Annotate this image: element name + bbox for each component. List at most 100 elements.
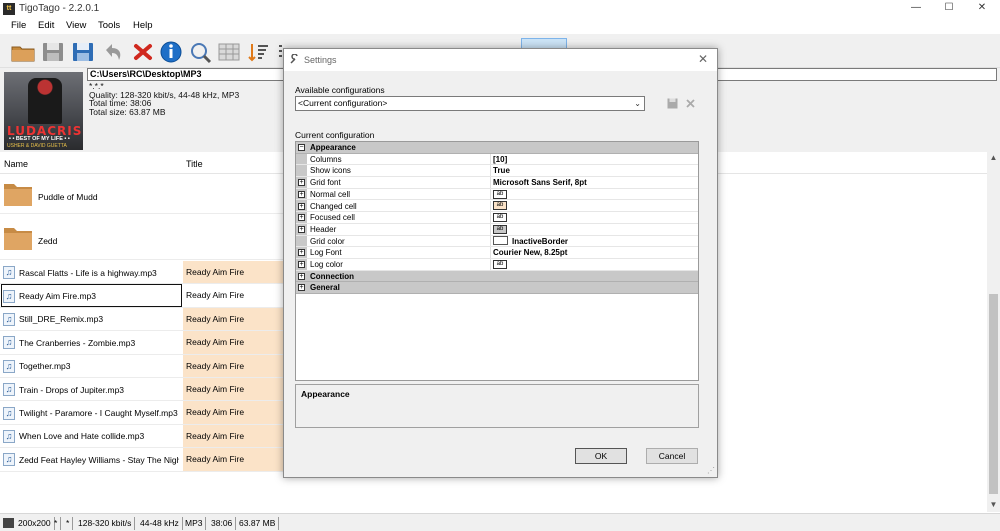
category-label: Appearance	[310, 143, 356, 152]
expand-icon[interactable]: +	[298, 214, 305, 222]
chevron-down-icon[interactable]: ⌄	[634, 97, 641, 110]
property-row[interactable]: + Focused cell ab	[296, 212, 698, 224]
category-label: General	[310, 283, 340, 293]
property-row[interactable]: + Header ab	[296, 223, 698, 236]
settings-close-button[interactable]: ✕	[698, 52, 708, 66]
file-name-cell[interactable]: Together.mp3	[19, 361, 179, 371]
menu-view[interactable]: View	[66, 20, 86, 31]
cancel-button[interactable]: Cancel	[646, 448, 698, 464]
property-value[interactable]: ab	[493, 224, 507, 236]
scroll-down-icon[interactable]: ▼	[987, 499, 1000, 511]
category-connection[interactable]: + Connection	[296, 270, 698, 283]
expand-icon[interactable]: +	[298, 179, 305, 187]
property-row[interactable]: Grid color InactiveBorder	[296, 235, 698, 248]
menu-file[interactable]: File	[11, 20, 26, 31]
menu-help[interactable]: Help	[133, 20, 153, 31]
property-value[interactable]: [10]	[493, 154, 507, 166]
file-name-cell[interactable]: When Love and Hate collide.mp3	[19, 431, 179, 441]
file-name-cell[interactable]: Zedd Feat Hayley Williams - Stay The Nig…	[19, 455, 179, 465]
music-file-icon: ♫	[3, 336, 15, 350]
file-title-cell[interactable]: Ready Aim Fire	[183, 331, 283, 354]
undo-icon[interactable]	[100, 40, 126, 64]
library-summary: *.*.* Quality: 128-320 kbit/s, 44-48 kHz…	[89, 82, 239, 116]
status-samplerate: 44-48 kHz	[137, 517, 183, 530]
file-title-cell[interactable]: Ready Aim Fire	[183, 378, 283, 401]
configuration-select[interactable]: <Current configuration> ⌄	[295, 96, 645, 111]
property-value[interactable]: ab	[493, 201, 507, 213]
property-row[interactable]: + Grid font Microsoft Sans Serif, 8pt	[296, 177, 698, 189]
property-value[interactable]: ab	[493, 212, 507, 224]
open-folder-icon[interactable]	[10, 40, 36, 64]
folder-icon	[3, 225, 33, 251]
file-title-cell[interactable]: Ready Aim Fire	[183, 261, 283, 284]
save-disk-icon[interactable]	[40, 40, 66, 64]
expand-icon[interactable]: +	[298, 190, 305, 198]
file-title-cell[interactable]: Ready Aim Fire	[183, 307, 283, 331]
collapse-icon[interactable]: −	[298, 144, 305, 151]
cancel-x-icon[interactable]	[130, 40, 156, 64]
ok-button[interactable]: OK	[575, 448, 627, 464]
expand-icon[interactable]: +	[298, 284, 305, 292]
expand-icon[interactable]: +	[298, 249, 305, 257]
status-dimensions: 200x200	[15, 517, 55, 530]
file-name-cell[interactable]: Rascal Flatts - Life is a highway.mp3	[19, 268, 179, 278]
save-as-disk-icon[interactable]	[70, 40, 96, 64]
grid-view-icon[interactable]	[216, 40, 242, 64]
menu-edit[interactable]: Edit	[38, 20, 54, 31]
expand-icon[interactable]: +	[298, 225, 305, 233]
title-bar: tt TigoTago - 2.2.0.1 — ☐ ✕	[0, 0, 1000, 18]
property-row[interactable]: Show icons True	[296, 165, 698, 178]
edit-tags-icon[interactable]	[188, 40, 214, 64]
maximize-button[interactable]: ☐	[932, 0, 966, 18]
minimize-button[interactable]: —	[899, 0, 933, 18]
property-divider	[490, 165, 491, 177]
property-value[interactable]: Microsoft Sans Serif, 8pt	[493, 177, 587, 189]
property-divider	[490, 223, 491, 235]
album-cover-image: LUDACRIS • • BEST OF MY LIFE • • USHER &…	[4, 72, 83, 150]
total-size-text: Total size: 63.87 MB	[89, 106, 166, 117]
file-title-cell[interactable]: Ready Aim Fire	[183, 424, 283, 448]
property-row[interactable]: Columns [10]	[296, 153, 698, 166]
property-row[interactable]: + Normal cell ab	[296, 188, 698, 201]
configuration-select-value: <Current configuration>	[298, 98, 388, 108]
resize-grip-icon[interactable]: ⋰	[707, 466, 715, 475]
file-title-cell[interactable]: Ready Aim Fire	[183, 401, 283, 424]
folder-name: Puddle of Mudd	[38, 192, 98, 202]
expand-icon[interactable]: +	[298, 272, 305, 280]
property-grid[interactable]: − Appearance Columns [10] Show icons True + Gri…	[295, 141, 699, 381]
property-value[interactable]: InactiveBorder	[493, 236, 568, 248]
property-value[interactable]: ab	[493, 259, 507, 271]
column-header-name[interactable]: Name	[4, 159, 28, 169]
property-row[interactable]: + Log color ab	[296, 259, 698, 271]
column-header-title[interactable]: Title	[186, 159, 203, 169]
file-name-cell[interactable]: Train - Drops of Jupiter.mp3	[19, 385, 179, 395]
delete-configuration-icon[interactable]	[685, 98, 696, 109]
close-button[interactable]: ✕	[965, 0, 999, 18]
file-title-cell[interactable]: Ready Aim Fire	[183, 284, 283, 307]
property-value[interactable]: ab	[493, 189, 507, 201]
scrollbar-thumb[interactable]	[989, 294, 998, 494]
scroll-up-icon[interactable]: ▲	[987, 152, 1000, 164]
property-divider	[490, 153, 491, 165]
file-name-cell[interactable]: Still_DRE_Remix.mp3	[19, 314, 179, 324]
expand-icon[interactable]: +	[298, 202, 305, 210]
property-row[interactable]: + Log Font Courier New, 8.25pt	[296, 247, 698, 259]
info-icon[interactable]	[158, 40, 184, 64]
property-row[interactable]: + Changed cell ab	[296, 200, 698, 213]
category-general[interactable]: + General	[296, 282, 698, 295]
save-configuration-icon[interactable]	[667, 98, 678, 109]
file-name-cell[interactable]: The Cranberries - Zombie.mp3	[19, 338, 179, 348]
list-icon[interactable]	[276, 40, 282, 64]
file-title-cell[interactable]: Ready Aim Fire	[183, 354, 283, 377]
settings-wrench-icon	[290, 54, 298, 64]
property-value[interactable]: True	[493, 165, 510, 177]
file-title-cell[interactable]: Ready Aim Fire	[183, 448, 283, 471]
vertical-scrollbar[interactable]: ▲ ▼	[987, 152, 1000, 512]
expand-icon[interactable]: +	[298, 261, 305, 268]
sort-icon[interactable]	[246, 40, 272, 64]
category-appearance[interactable]: − Appearance	[296, 142, 698, 154]
file-name-cell[interactable]: Twilight - Paramore - I Caught Myself.mp…	[19, 408, 179, 418]
menu-tools[interactable]: Tools	[98, 20, 120, 31]
property-name: Changed cell	[310, 201, 357, 211]
property-value[interactable]: Courier New, 8.25pt	[493, 247, 567, 259]
